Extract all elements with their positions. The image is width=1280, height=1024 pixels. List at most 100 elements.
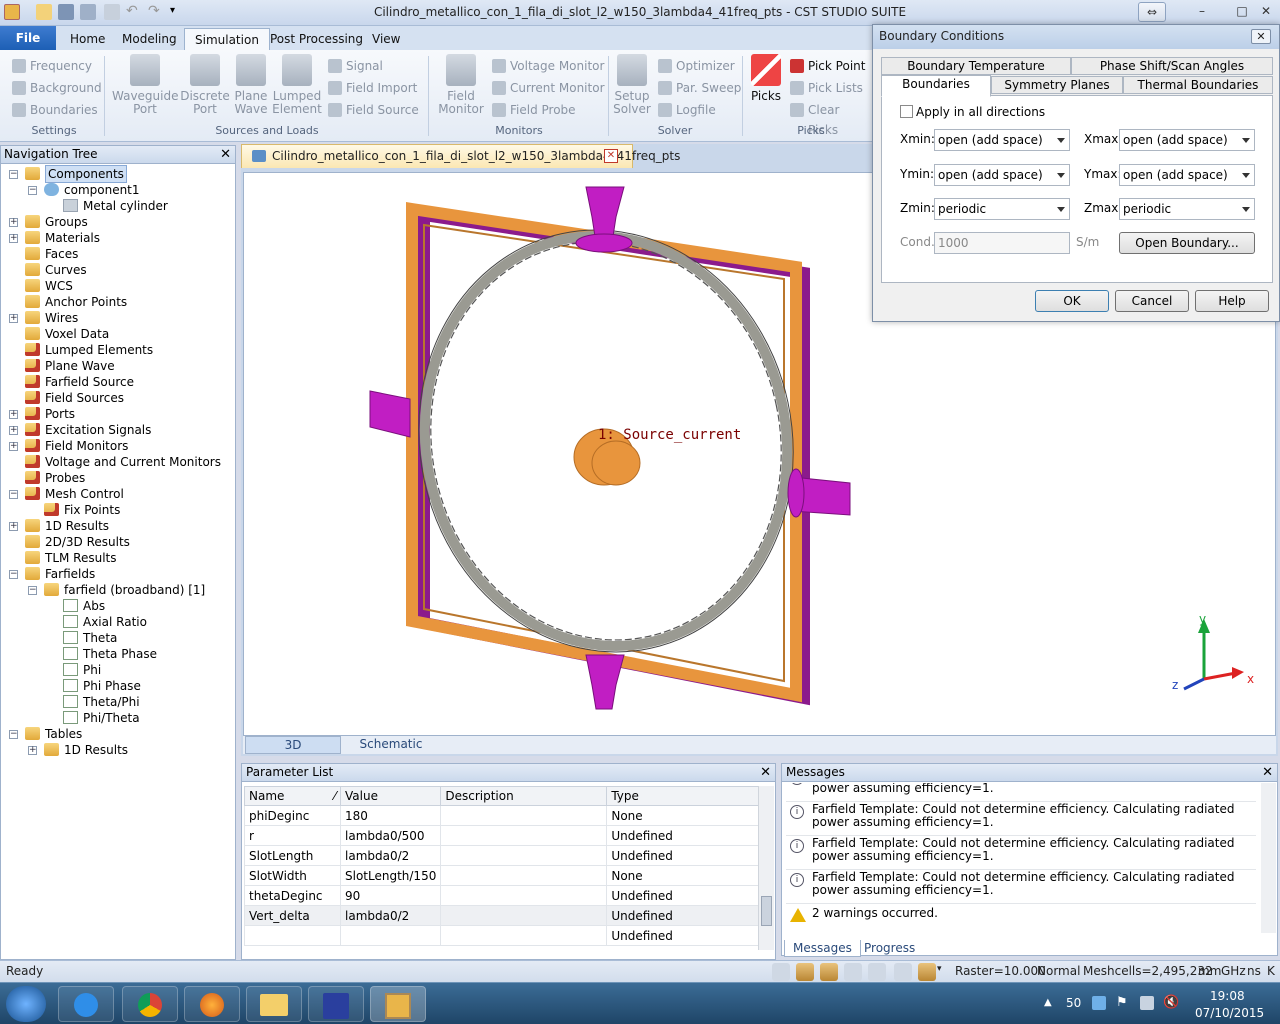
table-cell[interactable] [440,905,608,926]
table-cell[interactable] [339,925,442,946]
message-item[interactable]: i Farfield Template: Could not determine … [788,837,1258,863]
tree-item[interactable]: Plane Wave [1,358,233,374]
table-cell[interactable] [440,845,608,866]
cancel-button[interactable]: Cancel [1115,290,1189,312]
zmin-select[interactable]: periodic [934,198,1070,220]
xmin-select[interactable]: open (add space) [934,129,1070,151]
tree-item[interactable]: +1D Results [1,742,233,758]
tree-item[interactable]: − farfield (broadband) [1] [1,582,233,598]
scrollbar-thumb[interactable] [761,896,772,926]
start-button[interactable] [6,986,46,1022]
tab-messages[interactable]: Messages [784,940,861,957]
tree-item[interactable]: + Wires [1,310,233,326]
tree-item[interactable]: Faces [1,246,233,262]
table-cell[interactable] [440,925,608,946]
help-button[interactable]: Help [1195,290,1269,312]
close-icon[interactable]: ✕ [1262,765,1273,780]
table-cell[interactable]: Vert_delta [244,905,341,926]
cond-input[interactable]: 1000 [934,232,1070,254]
table-cell[interactable]: r [244,825,341,846]
tab-view[interactable]: View [362,28,410,50]
logfile-button[interactable]: Logfile [656,100,716,120]
messages-scrollbar[interactable] [1261,783,1276,933]
signal-button[interactable]: Signal [326,56,383,76]
volume-muted-icon[interactable]: 🔇 [1163,995,1179,1010]
close-icon[interactable]: ✕ [220,147,231,162]
tree-item[interactable]: Theta Phase [1,646,233,662]
tree-item[interactable]: Probes [1,470,233,486]
clock-date[interactable]: 07/10/2015 [1195,1006,1264,1020]
pan-icon[interactable] [796,963,814,981]
table-row[interactable]: SlotLength lambda0/2 Undefined [244,845,764,866]
table-cell[interactable]: Undefined [606,825,764,846]
picks-button[interactable]: Picks [748,54,784,103]
xmax-select[interactable]: open (add space) [1119,129,1255,151]
tab-home[interactable]: Home [60,28,115,50]
field-import-button[interactable]: Field Import [326,78,417,98]
tree-item[interactable]: WCS [1,278,233,294]
table-row[interactable]: SlotWidth SlotLength/150 None [244,865,764,886]
network-icon[interactable] [1140,996,1154,1010]
table-row[interactable]: phiDeginc 180 None [244,805,764,826]
frequency-button[interactable]: Frequency [10,56,92,76]
column-header-name[interactable]: Name ⁄ [244,786,341,806]
table-cell[interactable]: Undefined [606,885,764,906]
message-item[interactable]: i Farfield Template: Could not determine … [788,803,1258,829]
rotate-icon[interactable] [820,963,838,981]
tab-boundary-temperature[interactable]: Boundary Temperature [881,57,1071,75]
expand-icon[interactable]: + [9,442,18,451]
table-cell[interactable] [440,885,608,906]
close-button[interactable]: ✕ [1254,2,1278,22]
spin-icon[interactable] [868,963,886,981]
tab-schematic[interactable]: Schematic [343,736,439,754]
table-cell[interactable]: lambda0/2 [339,845,442,866]
document-tab[interactable]: Cilindro_metallico_con_1_fila_di_slot_l2… [241,144,680,168]
table-cell[interactable]: phiDeginc [244,805,341,826]
tree-item[interactable]: 2D/3D Results [1,534,233,550]
collapse-icon[interactable]: − [9,490,18,499]
apply-all-checkbox[interactable] [900,105,913,118]
tree-item[interactable]: Phi/Theta [1,710,233,726]
field-monitor-button[interactable]: Field Monitor [436,54,486,116]
tree-item[interactable]: Phi Phase [1,678,233,694]
expand-icon[interactable]: + [9,234,18,243]
table-cell[interactable]: lambda0/2 [339,905,442,926]
tab-modeling[interactable]: Modeling [112,28,187,50]
message-item[interactable]: i Farfield Template: Could not determine … [788,783,1258,795]
table-cell[interactable] [440,865,608,886]
tab-post-processing[interactable]: Post Processing [260,28,373,50]
tree-item[interactable]: TLM Results [1,550,233,566]
ymin-select[interactable]: open (add space) [934,164,1070,186]
tree-item[interactable]: Lumped Elements [1,342,233,358]
tree-item[interactable]: − component1 [1,182,233,198]
lumped-element-button[interactable]: Lumped Element [272,54,322,116]
firefox-icon[interactable] [184,986,240,1022]
view-cube-icon[interactable] [918,963,936,981]
tree-item[interactable]: − Mesh Control [1,486,233,502]
minimize-button[interactable]: – [1190,2,1214,22]
tree-item[interactable]: − Farfields [1,566,233,582]
table-cell[interactable]: 180 [339,805,442,826]
table-cell[interactable]: thetaDeginc [244,885,341,906]
tree-item[interactable]: +1D Results [1,518,233,534]
plane-wave-button[interactable]: Plane Wave [232,54,270,116]
file-menu-button[interactable]: File [0,26,56,50]
view-dropdown-icon[interactable]: ▾ [937,964,942,974]
disk-app-icon[interactable] [308,986,364,1022]
tree-item[interactable]: Field Sources [1,390,233,406]
table-cell[interactable]: SlotLength [244,845,341,866]
tree-item[interactable]: + Materials [1,230,233,246]
tab-thermal-boundaries[interactable]: Thermal Boundaries [1123,76,1273,94]
tree-item[interactable]: Phi [1,662,233,678]
table-cell[interactable]: lambda0/500 [339,825,442,846]
expand-icon[interactable]: + [9,410,18,419]
ymax-select[interactable]: open (add space) [1119,164,1255,186]
expand-icon[interactable]: + [9,218,18,227]
waveguide-port-button[interactable]: Waveguide Port [112,54,179,116]
tree-item[interactable]: Theta [1,630,233,646]
zmax-select[interactable]: periodic [1119,198,1255,220]
clear-picks-button[interactable]: Clear Picks [788,100,872,137]
close-document-icon[interactable]: ✕ [604,149,618,163]
zoom-in-icon[interactable] [844,963,862,981]
expand-icon[interactable]: + [9,314,18,323]
